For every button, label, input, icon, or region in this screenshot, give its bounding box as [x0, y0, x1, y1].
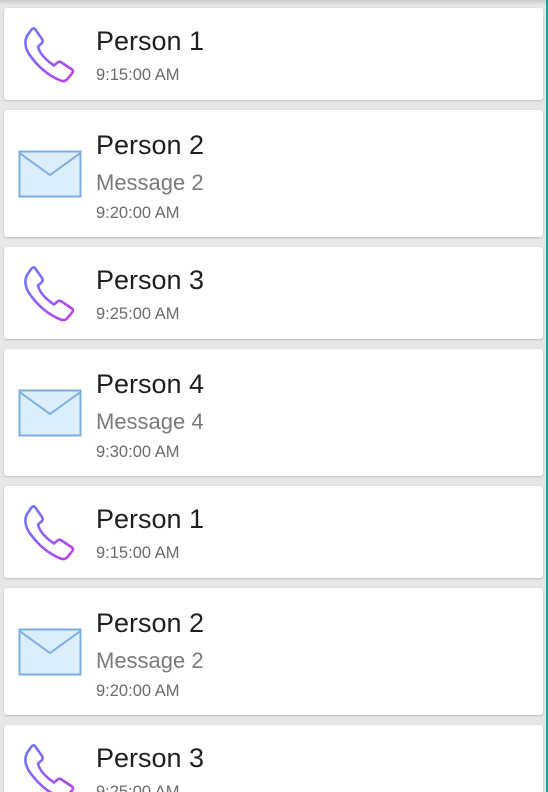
timestamp: 9:25:00 AM	[96, 305, 180, 323]
phone-icon	[24, 27, 75, 83]
list-item-call[interactable]: Person 3 9:25:00 AM	[4, 247, 543, 339]
list-item-message[interactable]: Person 4 Message 4 9:30:00 AM	[4, 349, 543, 476]
timestamp: 9:15:00 AM	[96, 544, 180, 562]
list-item-call[interactable]: Person 1 9:15:00 AM	[4, 8, 543, 100]
phone-icon	[24, 744, 75, 792]
message-preview: Message 4	[96, 409, 204, 434]
envelope-icon	[18, 389, 82, 437]
top-shadow	[0, 0, 548, 5]
timestamp: 9:20:00 AM	[96, 682, 180, 700]
envelope-icon	[18, 628, 82, 676]
timestamp: 9:20:00 AM	[96, 204, 180, 222]
list-item-message[interactable]: Person 2 Message 2 9:20:00 AM	[4, 588, 543, 715]
timestamp: 9:25:00 AM	[96, 783, 180, 792]
timestamp: 9:15:00 AM	[96, 66, 180, 84]
contact-name: Person 1	[96, 504, 205, 534]
message-preview: Message 2	[96, 648, 204, 673]
contact-name: Person 3	[96, 265, 205, 295]
contact-name: Person 1	[96, 26, 205, 56]
message-preview: Message 2	[96, 170, 204, 195]
phone-icon	[24, 266, 75, 322]
activity-list[interactable]: Person 1 9:15:00 AM Person 2 Message 2 9…	[4, 8, 543, 792]
contact-name: Person 4	[96, 369, 205, 399]
contact-name: Person 2	[96, 608, 205, 638]
envelope-icon	[18, 150, 82, 198]
contact-name: Person 2	[96, 130, 205, 160]
timestamp: 9:30:00 AM	[96, 443, 180, 461]
activity-list-screen: Person 1 9:15:00 AM Person 2 Message 2 9…	[0, 0, 548, 792]
contact-name: Person 3	[96, 743, 205, 773]
list-item-call[interactable]: Person 1 9:15:00 AM	[4, 486, 543, 578]
phone-icon	[24, 505, 75, 561]
list-item-call[interactable]: Person 3 9:25:00 AM	[4, 725, 543, 792]
list-item-message[interactable]: Person 2 Message 2 9:20:00 AM	[4, 110, 543, 237]
